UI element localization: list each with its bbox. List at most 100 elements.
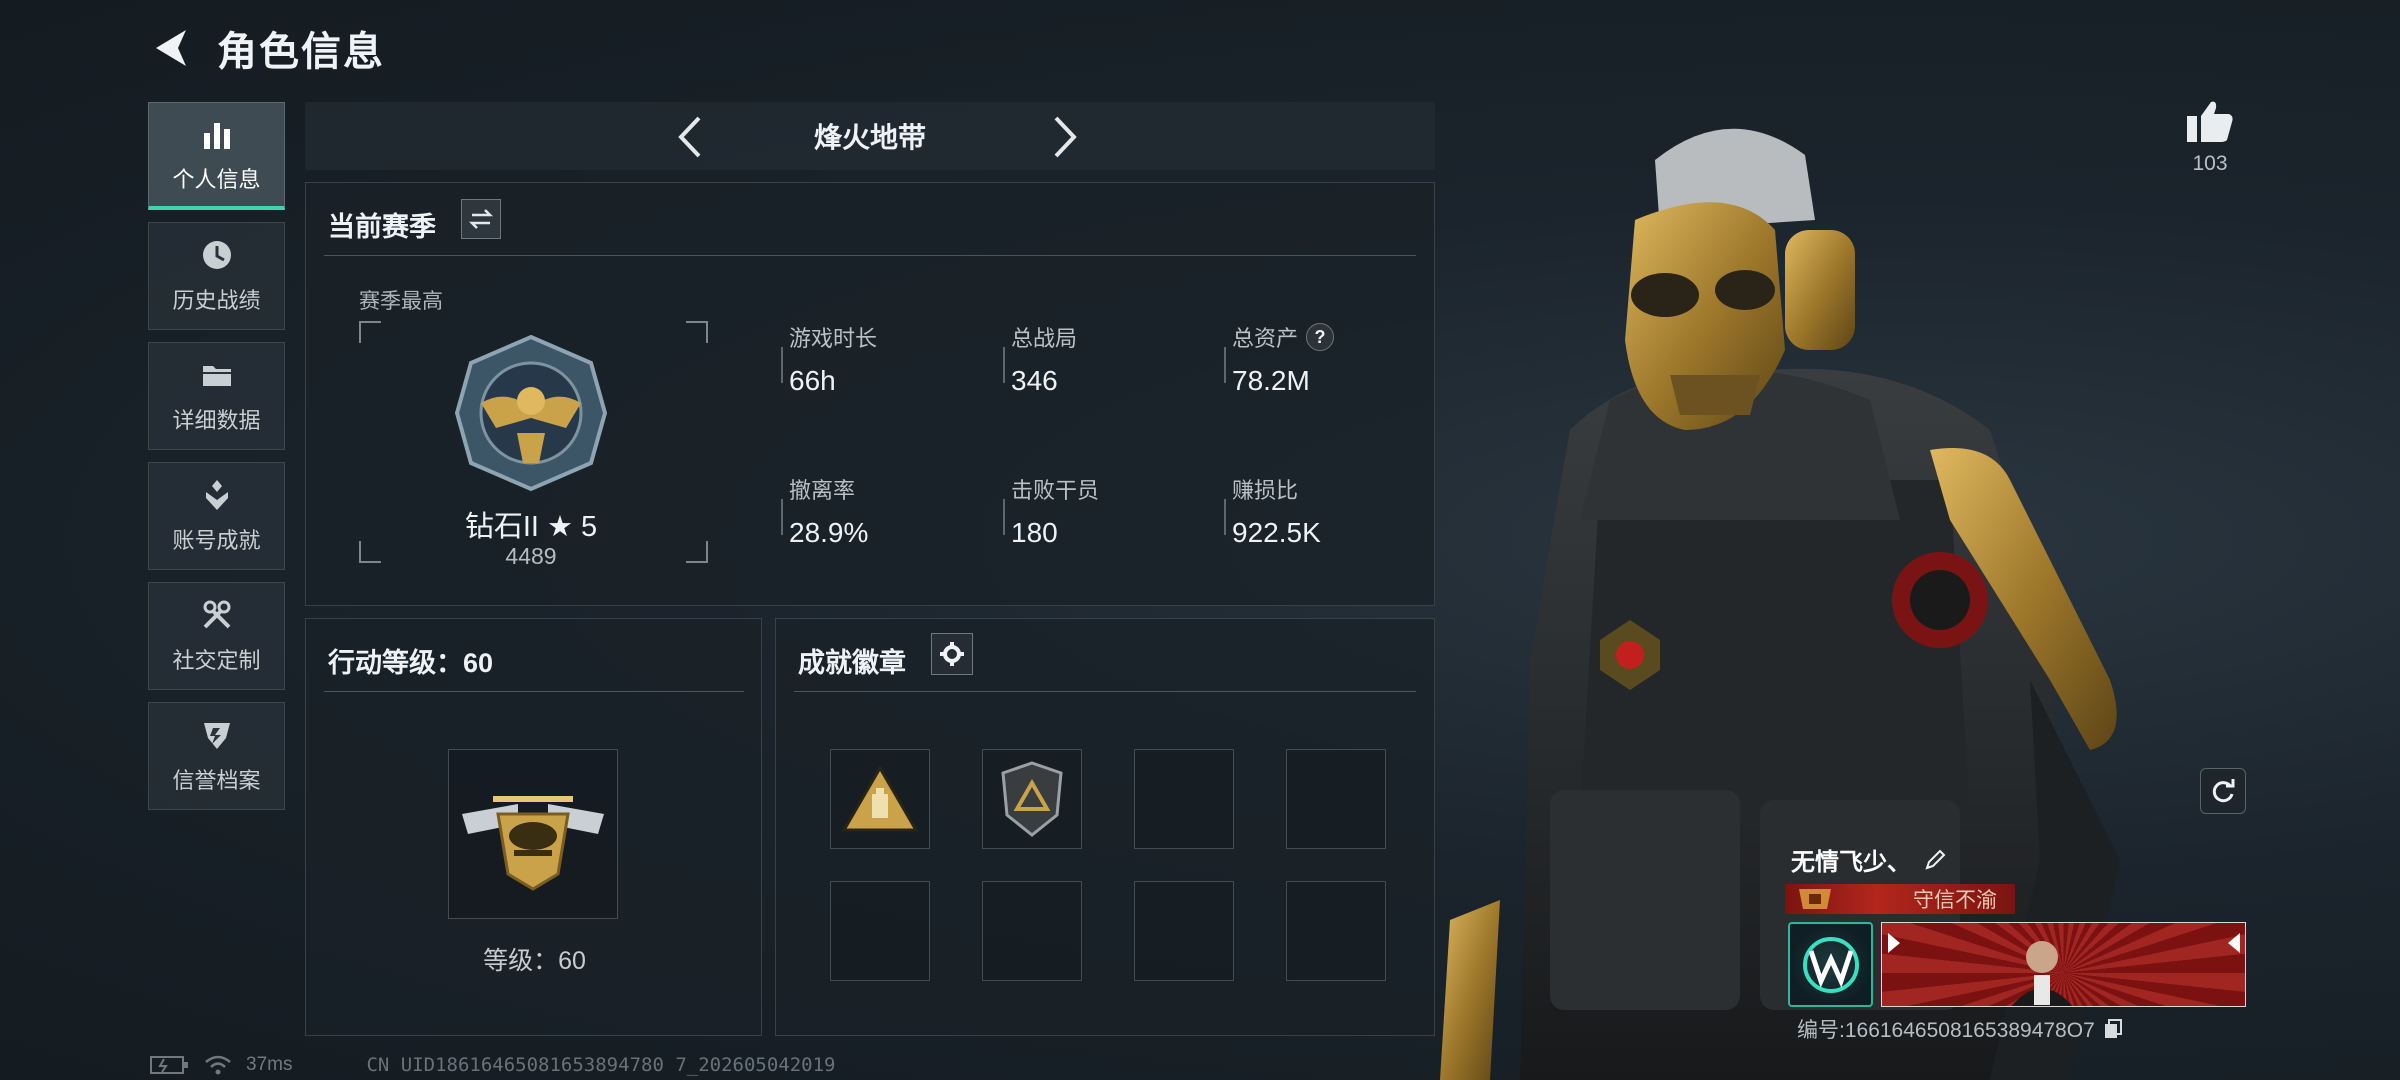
swap-icon	[469, 209, 493, 229]
stat-total-matches: 总战局 346	[1003, 321, 1203, 397]
folder-icon	[199, 357, 235, 393]
player-card: 无情飞少、 守信不渝 编号:1661646508165389478O7	[1785, 822, 2255, 1047]
medal-icon	[199, 477, 235, 513]
back-arrow-icon	[156, 30, 186, 66]
w-logo-icon	[1802, 936, 1859, 993]
ping-value: 37ms	[246, 1054, 293, 1075]
player-name: 无情飞少、	[1791, 849, 1911, 876]
sidebar-item-label: 信誉档案	[172, 768, 261, 793]
wifi-icon	[205, 1055, 231, 1075]
back-button[interactable]	[145, 23, 195, 73]
like-count: 103	[2192, 152, 2228, 175]
clock-icon	[199, 237, 235, 273]
divider	[324, 255, 1416, 256]
avatar[interactable]	[1788, 922, 1873, 1007]
name-card-banner[interactable]	[1881, 922, 2246, 1007]
badge-slot-6[interactable]	[982, 881, 1082, 981]
status-bar: 37ms CN UID18616465081653894780 7_202605…	[150, 1052, 835, 1078]
frame-corner	[686, 541, 708, 563]
stat-label-row: 总资产 ?	[1224, 321, 1424, 353]
diamond-rank-emblem	[454, 334, 608, 492]
refresh-icon	[2212, 779, 2235, 803]
stat-value: 346	[1011, 365, 1058, 396]
player-id-row: 编号:1661646508165389478O7	[1797, 1014, 2123, 1044]
like-group[interactable]: 103	[2180, 98, 2240, 176]
season-title: 当前赛季	[328, 212, 436, 242]
header: 角色信息	[145, 18, 385, 78]
divider	[324, 691, 744, 692]
stat-label: 赚损比	[1232, 478, 1299, 503]
action-level-title: 行动等级：60	[328, 648, 494, 678]
badge-slot-7[interactable]	[1134, 881, 1234, 981]
chevron-left-icon	[678, 116, 701, 158]
season-panel: 当前赛季 赛季最高 钻石II ★ 5 4489 游戏时长 66h 总战局 346…	[305, 182, 1435, 606]
copy-icon[interactable]	[2103, 1018, 2123, 1040]
bar-chart-icon	[199, 116, 235, 152]
thumbs-up-icon[interactable]	[2185, 98, 2235, 144]
name-card-art	[1882, 923, 2245, 1006]
sidebar-item-label: 社交定制	[172, 648, 261, 673]
sidebar-item-label: 个人信息	[172, 166, 261, 192]
helicopter-badge-icon	[462, 796, 604, 891]
stat-extraction-rate: 撤离率 28.9%	[781, 473, 981, 549]
rank-name: 钻石II ★ 5	[464, 511, 598, 543]
sidebar-item-detailed-data[interactable]: 详细数据	[148, 342, 285, 450]
divider	[794, 691, 1416, 692]
sidebar-item-achievements[interactable]: 账号成就	[148, 462, 285, 570]
sidebar-item-label: 详细数据	[172, 408, 261, 433]
triangle-badge-icon	[841, 765, 919, 832]
stat-value: 922.5K	[1232, 517, 1321, 548]
season-best-label: 赛季最高	[359, 290, 443, 313]
action-level-emblem	[448, 749, 618, 919]
stat-value: 66h	[789, 365, 836, 396]
battery-icon	[150, 1056, 188, 1074]
badge-slot-5[interactable]	[830, 881, 930, 981]
rotate-model-button[interactable]	[2200, 768, 2246, 814]
sidebar: 个人信息 历史战绩 详细数据 账号成就 社交定制 信誉档案	[148, 102, 285, 810]
stat-play-time: 游戏时长 66h	[781, 321, 981, 397]
help-icon[interactable]: ?	[1306, 323, 1335, 351]
stat-label: 总资产	[1232, 326, 1299, 351]
tools-icon	[199, 597, 235, 633]
achievement-badges-panel: 成就徽章	[775, 618, 1435, 1036]
action-level-panel: 行动等级：60 等级：60	[305, 618, 762, 1036]
frame-corner	[686, 321, 708, 343]
player-name-row: 无情飞少、	[1791, 842, 1947, 877]
edit-icon[interactable]	[1923, 848, 1947, 872]
stat-label: 撤离率	[789, 478, 856, 503]
page-title: 角色信息	[217, 30, 385, 74]
badge-settings-button[interactable]	[931, 633, 973, 675]
player-id: 编号:1661646508165389478O7	[1797, 1019, 2095, 1042]
badge-slot-4[interactable]	[1286, 749, 1386, 849]
badge-slot-1[interactable]	[830, 749, 930, 849]
stat-label: 游戏时长	[789, 326, 878, 351]
sidebar-item-history[interactable]: 历史战绩	[148, 222, 285, 330]
mode-title: 烽火地带	[813, 122, 926, 153]
badge-slot-3[interactable]	[1134, 749, 1234, 849]
stat-value: 180	[1011, 517, 1058, 548]
badge-slot-8[interactable]	[1286, 881, 1386, 981]
badges-title: 成就徽章	[798, 648, 906, 678]
sidebar-item-social-custom[interactable]: 社交定制	[148, 582, 285, 690]
season-swap-button[interactable]	[461, 199, 501, 239]
stat-label: 总战局	[1011, 326, 1078, 351]
sidebar-item-personal-info[interactable]: 个人信息	[148, 102, 285, 210]
sidebar-item-label: 账号成就	[172, 528, 261, 553]
mode-selector: 烽火地带	[305, 102, 1435, 170]
stat-label: 击败干员	[1011, 478, 1100, 503]
stat-operators-defeated: 击败干员 180	[1003, 473, 1203, 549]
frame-corner	[359, 321, 381, 343]
uid-text: CN UID18616465081653894780 7_20260504201…	[366, 1054, 836, 1076]
rank-score: 4489	[505, 543, 557, 569]
sidebar-item-label: 历史战绩	[172, 288, 261, 313]
shield-badge-icon	[1001, 761, 1063, 837]
badge-slot-2[interactable]	[982, 749, 1082, 849]
honor-title: 守信不渝	[1913, 889, 1997, 912]
gear-icon	[940, 642, 964, 666]
sidebar-item-credit-record[interactable]: 信誉档案	[148, 702, 285, 810]
mode-next-button[interactable]	[1040, 112, 1090, 162]
mode-prev-button[interactable]	[665, 112, 715, 162]
action-level-caption: 等级：60	[483, 947, 586, 975]
shield-icon	[199, 717, 235, 753]
chevron-right-icon	[1054, 116, 1077, 158]
